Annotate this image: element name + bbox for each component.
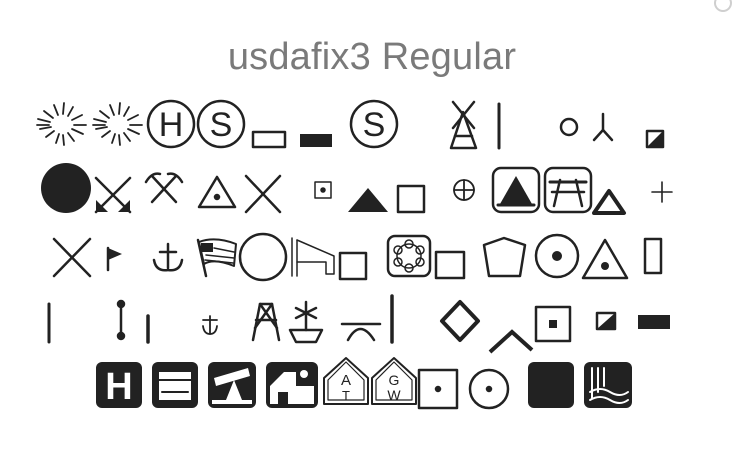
glyph-grid: H S S H A T G W — [0, 0, 744, 460]
small-tent-icon — [594, 191, 624, 213]
x-mark-icon — [246, 176, 280, 212]
triangle-filled-icon — [348, 188, 388, 212]
hospital-box-letter: H — [105, 366, 132, 408]
square-outline-icon — [340, 253, 366, 279]
mailbox-icon — [152, 362, 198, 408]
us-flag-icon — [198, 239, 236, 276]
square-dot-icon — [315, 182, 331, 198]
square-filled-icon — [528, 362, 574, 408]
gw-letter-w: W — [387, 387, 401, 403]
anchor-small-icon — [203, 316, 217, 334]
mine-icon — [342, 324, 380, 340]
tent-box-icon — [493, 168, 539, 212]
plus-icon — [652, 182, 672, 202]
square-dot-icon — [536, 307, 570, 341]
crossed-picks-icon — [146, 174, 182, 202]
square-outline-icon — [436, 252, 464, 278]
s-letter: S — [210, 106, 233, 144]
circle-plus-icon — [454, 180, 474, 200]
pentagon-icon — [484, 238, 525, 276]
rectangle-filled-icon — [300, 134, 332, 147]
chevron-up-icon — [490, 332, 532, 352]
windmill-icon — [451, 102, 476, 148]
dumbbell-icon — [118, 301, 124, 339]
circle-dot-icon — [536, 235, 578, 277]
flag-icon — [108, 248, 122, 270]
at-letter-t: T — [342, 388, 350, 403]
oil-pump-icon — [208, 362, 256, 408]
square-outline-icon — [398, 186, 424, 212]
x-mark-icon — [54, 239, 90, 276]
s-letter: S — [363, 106, 386, 144]
tower-icon — [253, 304, 279, 340]
s-circle-icon: S — [198, 101, 244, 147]
circle-outline-icon — [240, 234, 286, 280]
water-box-icon — [584, 362, 632, 408]
snowflake-box-icon — [388, 236, 430, 276]
hospital-box-icon: H — [96, 362, 142, 408]
hospital-circle-icon: H — [148, 101, 194, 147]
gw-shield-icon: G W — [372, 358, 416, 404]
building-box-icon — [266, 362, 318, 408]
ski-lift-icon — [292, 238, 334, 276]
anchor-icon — [154, 244, 182, 270]
s-circle-icon: S — [351, 101, 397, 147]
plant-pot-icon — [290, 302, 322, 342]
square-dot-icon — [419, 370, 457, 408]
sunburst-icon — [93, 103, 142, 145]
y-junction-icon — [594, 114, 612, 140]
at-shield-icon: A T — [324, 358, 368, 404]
hospital-letter: H — [159, 106, 184, 144]
triangle-dot-icon — [199, 177, 235, 207]
gw-letter-g: G — [389, 372, 400, 388]
sunburst-icon — [37, 103, 86, 145]
rectangle-outline-icon — [253, 132, 285, 147]
circle-dot-icon — [470, 370, 508, 408]
square-half-icon — [647, 131, 663, 147]
circle-filled-icon — [41, 163, 91, 213]
diamond-icon — [442, 302, 478, 340]
at-letter-a: A — [341, 372, 351, 389]
bar-filled-icon — [638, 315, 670, 329]
circle-small-icon — [561, 119, 577, 135]
square-half-icon — [597, 313, 615, 329]
triangle-dot-icon — [583, 240, 627, 278]
picnic-table-box-icon — [545, 168, 591, 212]
rectangle-tall-icon — [645, 239, 661, 273]
crossed-arrows-icon — [96, 178, 130, 212]
